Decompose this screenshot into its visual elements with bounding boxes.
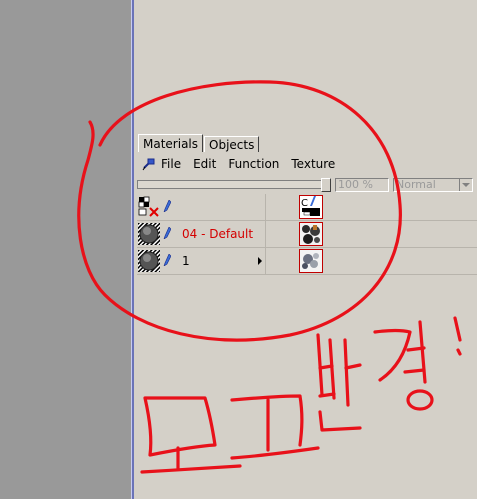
texture-thumbnail-icon[interactable] — [299, 249, 323, 273]
blend-mode-select[interactable]: Normal — [393, 178, 473, 192]
blend-mode-value: Normal — [396, 178, 436, 191]
sphere-object-icon[interactable] — [138, 250, 160, 272]
menu-file[interactable]: File — [161, 157, 181, 171]
pencil-icon[interactable] — [163, 224, 172, 240]
expand-arrow-icon[interactable] — [258, 257, 262, 265]
column-divider — [265, 221, 266, 247]
material-label[interactable]: 1 — [182, 254, 190, 268]
list-item[interactable]: C — [137, 194, 477, 221]
tab-objects[interactable]: Objects — [204, 136, 260, 152]
column-divider — [265, 248, 266, 274]
menu-function[interactable]: Function — [228, 157, 279, 171]
list-item[interactable]: 04 - Default — [137, 221, 477, 248]
opacity-slider-handle[interactable] — [321, 178, 331, 192]
material-label[interactable]: 04 - Default — [182, 227, 253, 241]
tab-bar: Materials Objects — [138, 134, 260, 154]
null-object-icon[interactable] — [138, 196, 160, 218]
c-texture-icon[interactable]: C — [299, 195, 323, 219]
pencil-icon[interactable] — [163, 197, 172, 213]
list-item[interactable]: 1 — [137, 248, 477, 275]
sphere-object-icon[interactable] — [138, 223, 160, 245]
menu-texture[interactable]: Texture — [291, 157, 335, 171]
pin-icon[interactable] — [141, 156, 157, 172]
layer-toolbar: 100 % Normal — [137, 178, 473, 192]
pencil-icon[interactable] — [163, 251, 172, 267]
texture-thumbnail-icon[interactable] — [299, 222, 323, 246]
column-divider — [265, 194, 266, 220]
chevron-down-icon[interactable] — [459, 179, 472, 191]
opacity-slider-track[interactable] — [137, 180, 325, 189]
material-list: C 04 - Default 1 — [137, 194, 477, 275]
tab-materials[interactable]: Materials — [138, 134, 204, 152]
menu-bar: File Edit Function Texture — [137, 154, 477, 174]
opacity-field[interactable]: 100 % — [335, 178, 389, 192]
viewport-area — [0, 0, 131, 499]
menu-edit[interactable]: Edit — [193, 157, 216, 171]
svg-text:C: C — [301, 198, 308, 209]
